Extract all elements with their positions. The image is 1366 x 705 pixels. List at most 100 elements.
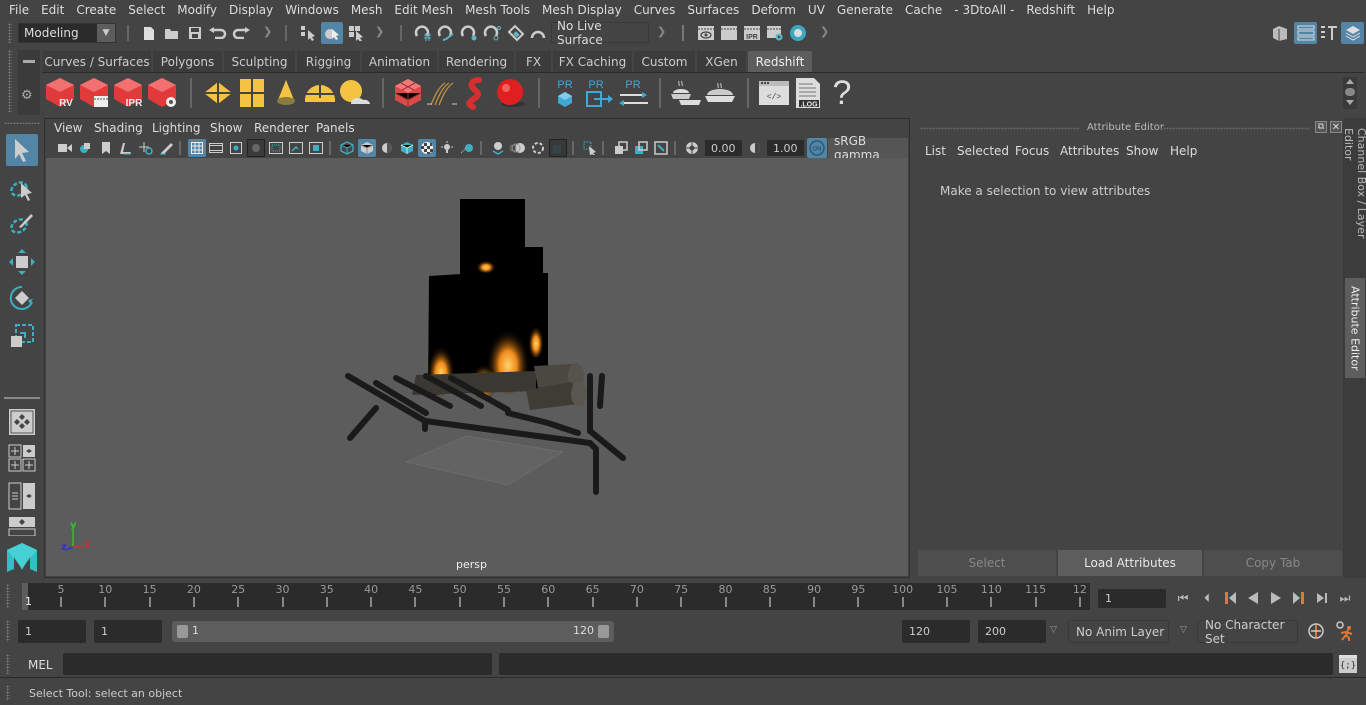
redshift-mesh-light-icon[interactable]	[459, 76, 493, 110]
redshift-ipr-icon[interactable]: IPR	[112, 76, 146, 110]
redshift-script-editor-icon[interactable]: </>	[757, 76, 791, 110]
redshift-area-light-icon[interactable]	[201, 76, 235, 110]
smooth-shade-all-icon[interactable]	[358, 139, 376, 157]
ae-menu-focus[interactable]: Focus	[1015, 144, 1049, 158]
select-by-object-icon[interactable]	[321, 22, 343, 44]
menu-mesh-tools[interactable]: Mesh Tools	[460, 3, 535, 17]
attribute-editor-toggle-icon[interactable]	[1294, 22, 1317, 44]
menu-display[interactable]: Display	[224, 3, 278, 17]
paint-select-tool-icon[interactable]	[6, 208, 38, 240]
scroll-up-icon[interactable]	[1346, 79, 1354, 84]
tab-polygons[interactable]: Polygons	[153, 51, 222, 72]
panel-menu-view[interactable]: View	[54, 121, 82, 135]
ae-menu-selected[interactable]: Selected	[957, 144, 1009, 158]
select-camera-icon[interactable]	[56, 139, 74, 157]
select-tool-icon[interactable]	[6, 134, 38, 166]
redshift-sphere-icon[interactable]	[493, 76, 527, 110]
menu-redshift[interactable]: Redshift	[1021, 3, 1080, 17]
tab-xgen[interactable]: XGen	[697, 51, 746, 72]
attribute-editor-tab[interactable]: Attribute Editor	[1345, 278, 1365, 378]
rotate-tool-icon[interactable]	[6, 282, 38, 314]
shadows-icon[interactable]	[458, 139, 476, 157]
resolution-gate-icon[interactable]	[227, 139, 245, 157]
menu-edit-mesh[interactable]: Edit Mesh	[389, 3, 458, 17]
channel-box-tab[interactable]: Channel Box / Layer Editor	[1342, 128, 1366, 268]
current-frame-field[interactable]: 1	[1098, 589, 1166, 608]
live-surface-field[interactable]: No Live Surface	[551, 19, 649, 47]
step-back-key-icon[interactable]	[1220, 590, 1240, 606]
collapse-chevron-icon[interactable]: ❯	[657, 25, 666, 38]
screen-space-ao-icon[interactable]	[489, 139, 507, 157]
render-current-frame-icon[interactable]	[719, 23, 739, 43]
copy-tab-button[interactable]: Copy Tab	[1204, 550, 1342, 576]
two-d-pan-zoom-icon[interactable]	[137, 139, 155, 157]
ae-menu-list[interactable]: List	[925, 144, 946, 158]
collapse-chevron-icon[interactable]: ❯	[820, 25, 829, 38]
script-editor-icon[interactable]: {;}	[1339, 655, 1357, 673]
tab-rendering[interactable]: Rendering	[439, 51, 514, 72]
menu-help[interactable]: Help	[1082, 3, 1119, 17]
redshift-sun-sky-icon[interactable]	[337, 76, 371, 110]
time-slider-drag-handle[interactable]	[6, 584, 10, 608]
scroll-thumb[interactable]	[1345, 88, 1355, 96]
toolbox-drag-handle[interactable]	[4, 122, 40, 124]
undo-icon[interactable]	[208, 23, 228, 43]
go-to-start-icon[interactable]: ⏮	[1173, 590, 1193, 606]
redshift-portal-light-icon[interactable]	[235, 76, 269, 110]
exposure-field[interactable]: 0.00	[705, 140, 742, 156]
tab-fx[interactable]: FX	[516, 51, 551, 72]
snap-to-curve-icon[interactable]	[436, 23, 456, 43]
redshift-batch-render-icon[interactable]	[78, 76, 112, 110]
maya-logo-icon[interactable]	[6, 542, 38, 574]
anim-layer-dropdown-arrow-icon[interactable]: ▽	[1050, 625, 1057, 635]
menu-windows[interactable]: Windows	[280, 3, 344, 17]
playback-end-field[interactable]: 120	[902, 620, 970, 643]
scale-tool-icon[interactable]	[6, 320, 38, 352]
help-line-drag-handle[interactable]	[6, 685, 10, 701]
redshift-help-icon[interactable]: ?	[825, 74, 859, 112]
redshift-proxy-icon[interactable]: PR	[548, 76, 582, 110]
menuset-dropdown[interactable]: Modeling ▼	[18, 23, 116, 43]
make-live-icon[interactable]	[528, 23, 548, 43]
redshift-volume-icon[interactable]	[391, 76, 425, 110]
ae-menu-show[interactable]: Show	[1126, 144, 1158, 158]
character-set-dropdown[interactable]: No Character Set	[1197, 618, 1298, 646]
play-backwards-icon[interactable]	[1243, 590, 1263, 606]
redshift-dome-light-icon[interactable]	[303, 76, 337, 110]
field-chart-icon[interactable]	[267, 139, 285, 157]
tab-rigging[interactable]: Rigging	[297, 51, 360, 72]
tab-animation[interactable]: Animation	[362, 51, 437, 72]
color-management-toggle[interactable]: ON	[807, 138, 827, 158]
select-by-hierarchy-icon[interactable]	[298, 23, 318, 43]
xray-joints-icon[interactable]	[652, 139, 670, 157]
play-forwards-icon[interactable]	[1266, 590, 1286, 606]
tab-curves-surfaces[interactable]: Curves / Surfaces	[43, 51, 151, 72]
four-view-layout-icon[interactable]	[6, 442, 38, 474]
persp-graph-layout-icon[interactable]	[6, 516, 38, 536]
menu-create[interactable]: Create	[71, 3, 121, 17]
redo-icon[interactable]	[231, 23, 251, 43]
ae-menu-attributes[interactable]: Attributes	[1060, 144, 1119, 158]
menu-modify[interactable]: Modify	[172, 3, 222, 17]
menu-3dtoall[interactable]: - 3DtoAll -	[949, 3, 1019, 17]
menu-select[interactable]: Select	[123, 3, 170, 17]
menu-surfaces[interactable]: Surfaces	[682, 3, 744, 17]
outliner-persp-layout-icon[interactable]	[6, 480, 38, 512]
range-drag-handle[interactable]	[6, 620, 10, 642]
redshift-render-view-icon[interactable]: RV	[44, 76, 78, 110]
shelf-settings-gear-icon[interactable]: ⚙	[21, 88, 33, 103]
redshift-baking-multiple-icon[interactable]	[669, 76, 703, 110]
exposure-icon[interactable]	[683, 139, 701, 157]
shelf-scrollbar[interactable]	[1343, 77, 1357, 109]
channel-box-icon[interactable]	[1341, 22, 1364, 44]
tab-custom[interactable]: Custom	[634, 51, 695, 72]
image-plane-icon[interactable]	[116, 139, 134, 157]
menu-uv[interactable]: UV	[803, 3, 830, 17]
animation-preferences-icon[interactable]	[1334, 620, 1356, 642]
modeling-toolkit-icon[interactable]	[1270, 23, 1290, 43]
select-button[interactable]: Select	[918, 550, 1056, 576]
render-settings-icon[interactable]	[765, 23, 785, 43]
redshift-spot-light-icon[interactable]	[269, 76, 303, 110]
scroll-down-icon[interactable]	[1346, 100, 1354, 105]
redshift-baking-icon[interactable]	[703, 76, 737, 110]
